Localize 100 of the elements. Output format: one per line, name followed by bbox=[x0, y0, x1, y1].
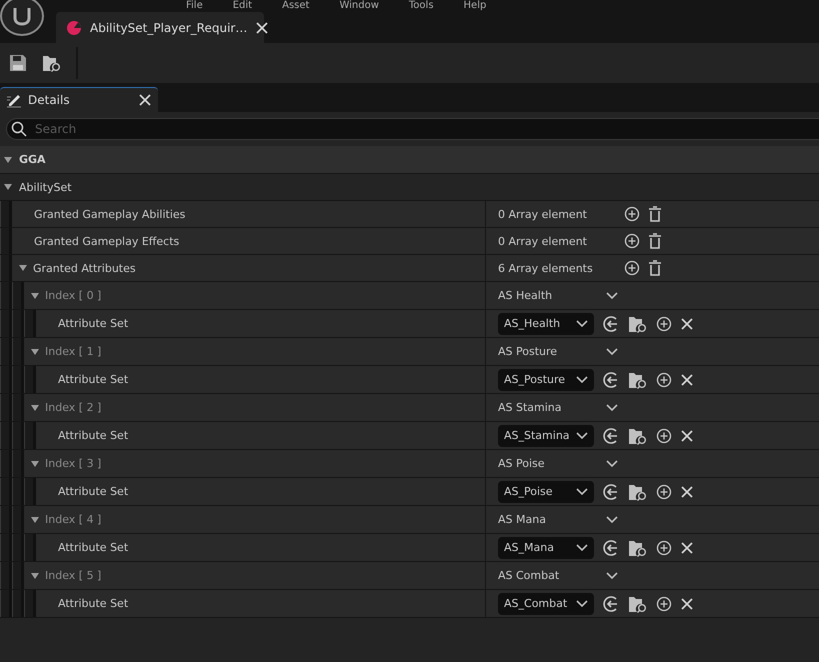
element-value: AS Mana bbox=[498, 513, 547, 526]
add-icon[interactable] bbox=[624, 233, 640, 249]
clear-icon[interactable] bbox=[680, 484, 694, 498]
expand-arrow-icon[interactable] bbox=[30, 292, 40, 300]
chevron-down-icon[interactable] bbox=[606, 460, 618, 468]
property-name: Attribute Set bbox=[58, 597, 128, 610]
use-selected-icon[interactable] bbox=[602, 482, 620, 500]
chevron-down-icon bbox=[576, 600, 588, 608]
use-selected-icon[interactable] bbox=[602, 594, 620, 612]
menu-item[interactable]: Help bbox=[464, 0, 486, 12]
add-icon[interactable] bbox=[656, 540, 672, 556]
property-name: Index [ 1 ] bbox=[45, 345, 102, 358]
asset-dropdown[interactable]: AS_Posture bbox=[498, 368, 594, 390]
property-name: Index [ 4 ] bbox=[45, 513, 102, 526]
property-name: Index [ 5 ] bbox=[45, 569, 102, 582]
delete-icon[interactable] bbox=[648, 233, 662, 249]
asset-dropdown[interactable]: AS_Poise bbox=[498, 480, 594, 502]
pie-chart-icon bbox=[66, 20, 82, 36]
expand-arrow-icon[interactable] bbox=[30, 404, 40, 412]
array-count: 0 Array element bbox=[498, 234, 588, 248]
add-icon[interactable] bbox=[656, 372, 672, 388]
clear-icon[interactable] bbox=[680, 316, 694, 330]
asset-dropdown[interactable]: AS_Mana bbox=[498, 536, 594, 558]
property-name: Granted Attributes bbox=[33, 262, 136, 274]
chevron-down-icon bbox=[576, 544, 588, 552]
add-icon[interactable] bbox=[656, 484, 672, 500]
browse-folder-icon[interactable] bbox=[628, 538, 648, 556]
asset-dropdown[interactable]: AS_Stamina bbox=[498, 424, 594, 446]
property-name: Attribute Set bbox=[58, 317, 128, 330]
chevron-down-icon[interactable] bbox=[606, 516, 618, 524]
expand-arrow-icon[interactable] bbox=[30, 572, 40, 580]
asset-dropdown[interactable]: AS_Combat bbox=[498, 592, 594, 614]
array-count: 6 Array elements bbox=[498, 262, 594, 274]
panel-title: Details bbox=[28, 93, 71, 107]
menu-item[interactable]: Edit bbox=[232, 0, 252, 12]
browse-folder-icon[interactable] bbox=[628, 594, 648, 612]
delete-icon[interactable] bbox=[648, 260, 662, 276]
pencil-icon bbox=[6, 92, 22, 108]
property-name: Index [ 0 ] bbox=[45, 289, 102, 302]
chevron-down-icon bbox=[576, 432, 588, 440]
category-label: GGA bbox=[19, 153, 46, 166]
close-icon[interactable] bbox=[255, 20, 270, 34]
expand-arrow-icon[interactable] bbox=[3, 156, 13, 164]
property-name: Index [ 2 ] bbox=[45, 401, 102, 414]
menu-item[interactable]: File bbox=[186, 0, 203, 12]
add-icon[interactable] bbox=[624, 206, 640, 222]
browse-folder-icon[interactable] bbox=[628, 370, 648, 388]
expand-arrow-icon[interactable] bbox=[30, 516, 40, 524]
clear-icon[interactable] bbox=[680, 596, 694, 610]
chevron-down-icon[interactable] bbox=[606, 572, 618, 580]
menu-item[interactable]: Asset bbox=[282, 0, 310, 12]
use-selected-icon[interactable] bbox=[602, 370, 620, 388]
expand-arrow-icon[interactable] bbox=[3, 183, 13, 191]
asset-dropdown[interactable]: AS_Health bbox=[498, 312, 594, 334]
expand-arrow-icon[interactable] bbox=[30, 348, 40, 356]
chevron-down-icon bbox=[576, 376, 588, 384]
chevron-down-icon[interactable] bbox=[606, 348, 618, 356]
element-value: AS Stamina bbox=[498, 401, 563, 414]
expand-arrow-icon[interactable] bbox=[18, 264, 28, 272]
chevron-down-icon bbox=[576, 320, 588, 328]
array-count: 0 Array element bbox=[498, 208, 588, 220]
browse-folder-icon[interactable] bbox=[42, 54, 62, 72]
add-icon[interactable] bbox=[656, 596, 672, 612]
browse-folder-icon[interactable] bbox=[628, 314, 648, 332]
search-field[interactable]: Search bbox=[6, 118, 819, 140]
clear-icon[interactable] bbox=[680, 428, 694, 442]
save-icon[interactable] bbox=[8, 53, 28, 73]
category-header[interactable]: GGA bbox=[0, 146, 819, 174]
use-selected-icon[interactable] bbox=[602, 538, 620, 556]
search-input[interactable]: Search bbox=[33, 121, 819, 137]
add-icon[interactable] bbox=[656, 428, 672, 444]
browse-folder-icon[interactable] bbox=[628, 482, 648, 500]
close-icon[interactable] bbox=[138, 93, 152, 107]
browse-folder-icon[interactable] bbox=[628, 426, 648, 444]
chevron-down-icon[interactable] bbox=[606, 404, 618, 412]
chevron-down-icon bbox=[576, 488, 588, 496]
category-label: AbilitySet bbox=[19, 180, 72, 194]
app-logo[interactable] bbox=[0, 0, 44, 36]
chevron-down-icon[interactable] bbox=[606, 292, 618, 300]
add-icon[interactable] bbox=[624, 260, 640, 276]
clear-icon[interactable] bbox=[680, 372, 694, 386]
document-title: AbilitySet_Player_Requir… bbox=[90, 20, 248, 34]
delete-icon[interactable] bbox=[648, 206, 662, 222]
clear-icon[interactable] bbox=[680, 540, 694, 554]
property-name: Attribute Set bbox=[58, 485, 128, 498]
menu-item[interactable]: Tools bbox=[408, 0, 434, 12]
property-name: Attribute Set bbox=[58, 429, 128, 442]
details-tab[interactable]: Details bbox=[0, 87, 158, 112]
property-name: Attribute Set bbox=[58, 373, 128, 386]
use-selected-icon[interactable] bbox=[602, 314, 620, 332]
add-icon[interactable] bbox=[656, 316, 672, 332]
element-value: AS Combat bbox=[498, 569, 560, 582]
property-name: Attribute Set bbox=[58, 541, 128, 554]
expand-arrow-icon[interactable] bbox=[30, 460, 40, 468]
property-name: Granted Gameplay Effects bbox=[34, 234, 180, 248]
menu-item[interactable]: Window bbox=[339, 0, 379, 12]
use-selected-icon[interactable] bbox=[602, 426, 620, 444]
element-value: AS Posture bbox=[498, 345, 558, 358]
search-icon bbox=[11, 121, 27, 137]
element-value: AS Poise bbox=[498, 457, 546, 470]
